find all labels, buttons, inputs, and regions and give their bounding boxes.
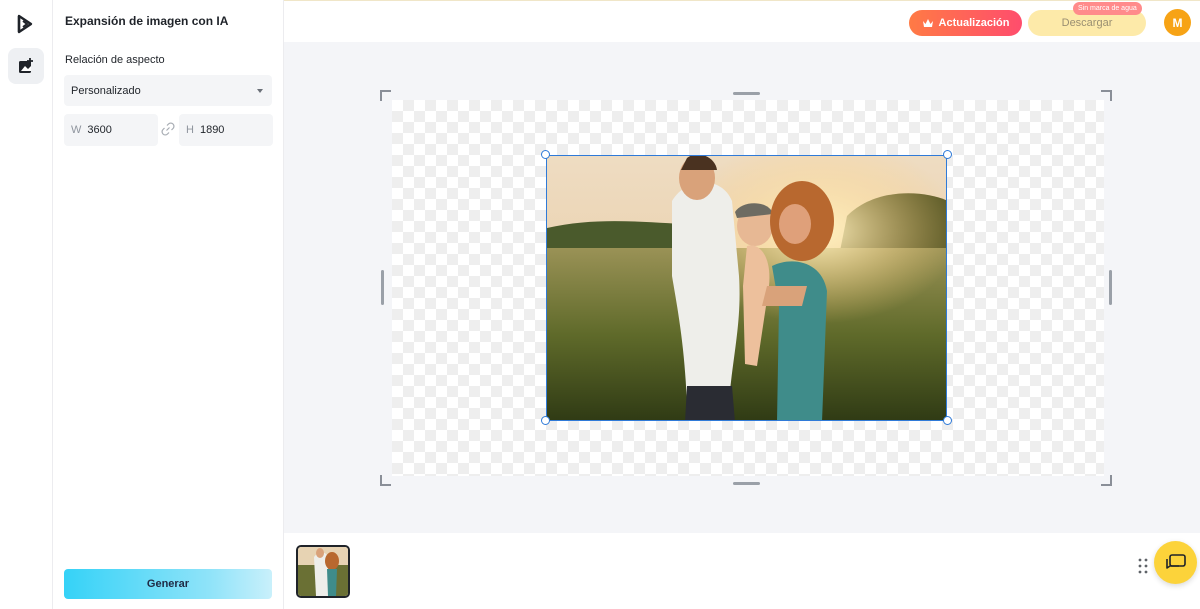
expand-corner-top-left[interactable] (380, 90, 391, 101)
width-input[interactable]: W 3600 (64, 114, 158, 146)
resize-handle-bottom-left[interactable] (541, 416, 550, 425)
chat-icon (1165, 553, 1186, 569)
generate-button[interactable]: Generar (64, 569, 272, 599)
aspect-ratio-select[interactable]: Personalizado (64, 75, 272, 106)
resize-handle-bottom-right[interactable] (943, 416, 952, 425)
width-key: W (71, 124, 82, 136)
image-expand-tool-button[interactable] (8, 48, 44, 84)
expand-corner-top-right[interactable] (1101, 90, 1112, 101)
resize-handle-top-right[interactable] (943, 150, 952, 159)
width-value: 3600 (87, 124, 112, 136)
no-watermark-badge: Sin marca de agua (1073, 2, 1142, 15)
crown-icon (922, 19, 933, 27)
chevron-down-icon (257, 89, 263, 93)
aspect-ratio-value: Personalizado (71, 84, 141, 97)
height-key: H (186, 124, 194, 136)
expand-corner-bottom-left[interactable] (380, 475, 391, 486)
avatar[interactable]: M (1164, 9, 1191, 36)
image-expand-icon (19, 58, 33, 73)
height-input[interactable]: H 1890 (179, 114, 273, 146)
expand-edge-left[interactable] (381, 270, 384, 305)
height-value: 1890 (199, 124, 225, 136)
expand-edge-top[interactable] (733, 92, 760, 95)
drag-grip-icon[interactable] (1138, 558, 1148, 574)
canvas-area (284, 42, 1200, 533)
upgrade-label: Actualización (938, 17, 1010, 29)
app-logo-icon[interactable] (13, 12, 37, 36)
panel-title: Expansión de imagen con IA (65, 14, 229, 28)
left-rail (0, 0, 53, 609)
source-image[interactable] (546, 155, 947, 421)
expand-corner-bottom-right[interactable] (1101, 475, 1112, 486)
expand-edge-right[interactable] (1109, 270, 1112, 305)
upgrade-button[interactable]: Actualización (909, 10, 1022, 36)
settings-panel: Expansión de imagen con IA Relación de a… (53, 0, 284, 609)
aspect-ratio-label: Relación de aspecto (65, 54, 165, 66)
thumbnail-photo (298, 547, 348, 596)
resize-handle-top-left[interactable] (541, 150, 550, 159)
chat-button[interactable] (1154, 541, 1197, 584)
thumbnail-strip (284, 533, 1200, 609)
link-icon[interactable] (161, 122, 175, 136)
top-bar: Actualización Descargar Sin marca de agu… (284, 0, 1200, 42)
expand-edge-bottom[interactable] (733, 482, 760, 485)
image-thumbnail[interactable] (296, 545, 350, 598)
family-photo (547, 156, 946, 420)
